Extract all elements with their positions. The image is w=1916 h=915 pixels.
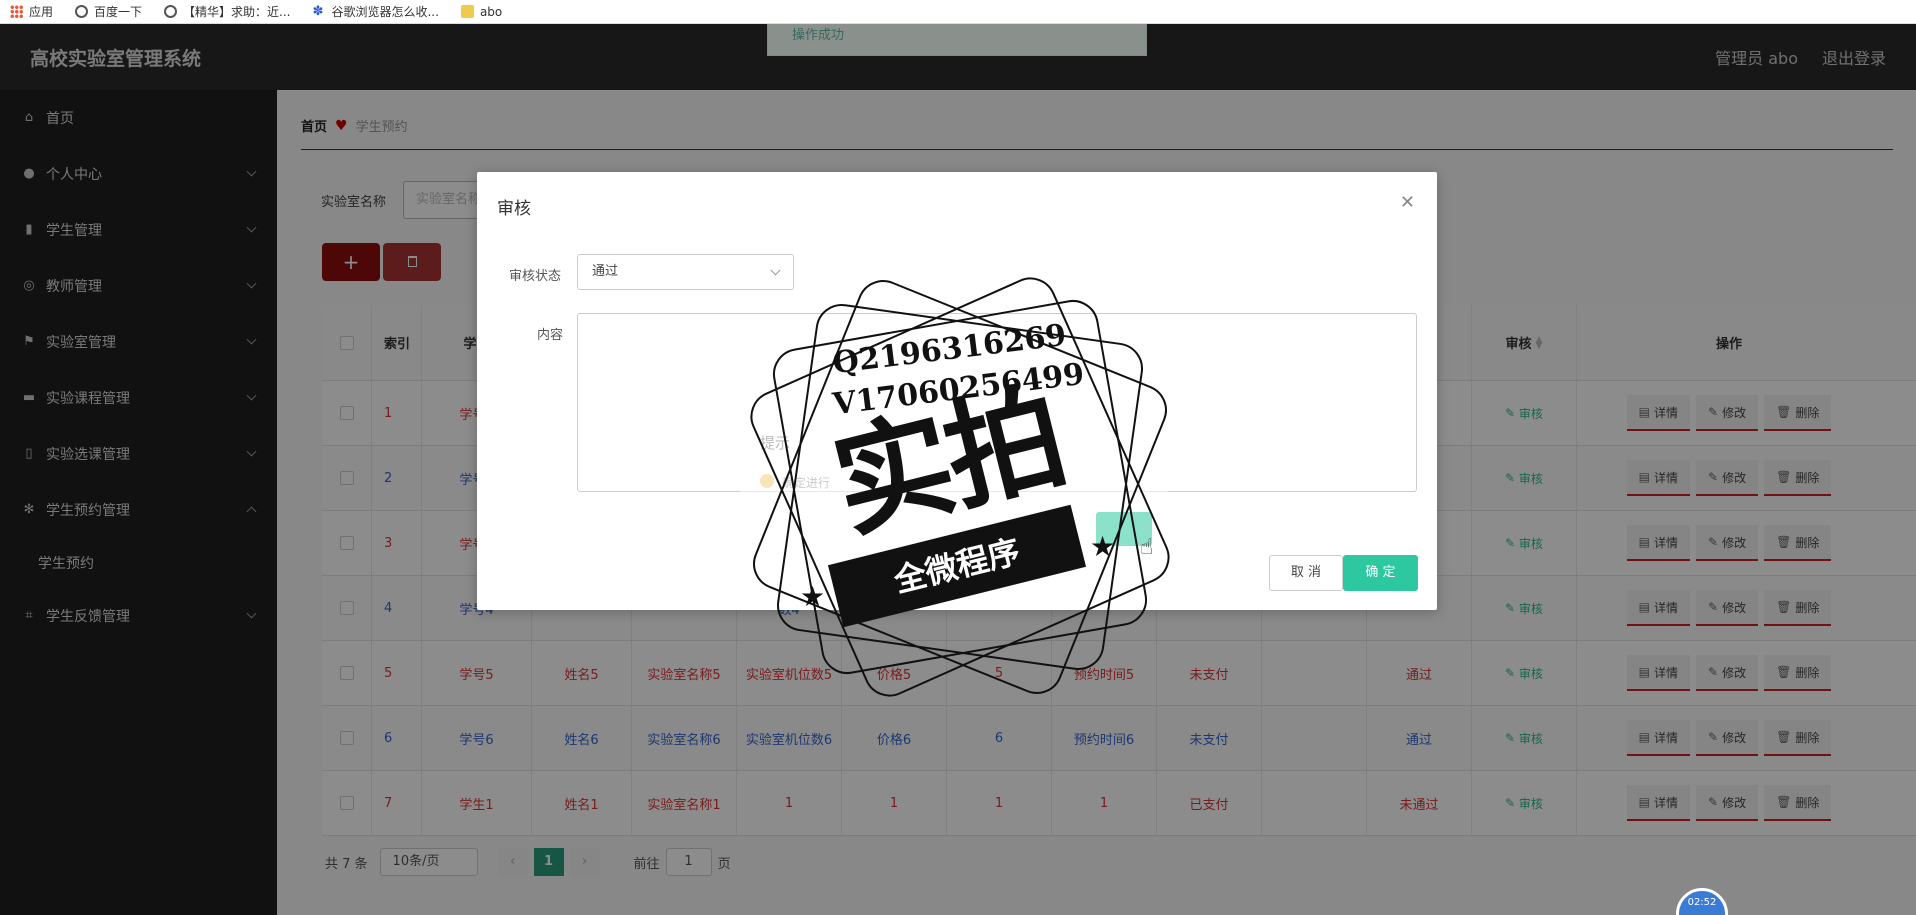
star-icon: ★	[800, 580, 826, 613]
bookmark-abo[interactable]: abo	[460, 5, 502, 19]
bookmark-chrome[interactable]: ✽ 谷歌浏览器怎么收...	[312, 3, 438, 20]
globe-icon	[75, 5, 89, 18]
bookmark-apps[interactable]: 应用	[10, 3, 53, 20]
globe-icon	[164, 5, 178, 18]
hand-cursor-icon: ☝	[1140, 535, 1154, 560]
cancel-button[interactable]: 取 消	[1269, 555, 1343, 591]
bookmarks-bar: 应用 百度一下 【精华】求助：近... ✽ 谷歌浏览器怎么收... abo	[0, 0, 1916, 24]
success-toast: 操作成功	[767, 24, 1147, 56]
star-icon: ★	[1090, 530, 1116, 563]
folder-icon	[460, 5, 474, 18]
confirm-button[interactable]: 确 定	[1343, 555, 1418, 591]
apps-grid-icon	[10, 5, 23, 18]
bookmark-baidu[interactable]: 百度一下	[75, 3, 142, 20]
watermark-stamp: Q2196316269 V17060256499 实拍 全微程序 ★ ★	[740, 262, 1180, 705]
audit-status-label: 审核状态	[509, 269, 562, 284]
paw-icon: ✽	[312, 4, 324, 19]
content-label: 内容	[537, 328, 564, 343]
dialog-title: 审核	[497, 199, 531, 219]
bookmark-help[interactable]: 【精华】求助：近...	[164, 3, 290, 20]
close-icon[interactable]: ✕	[1400, 192, 1415, 213]
